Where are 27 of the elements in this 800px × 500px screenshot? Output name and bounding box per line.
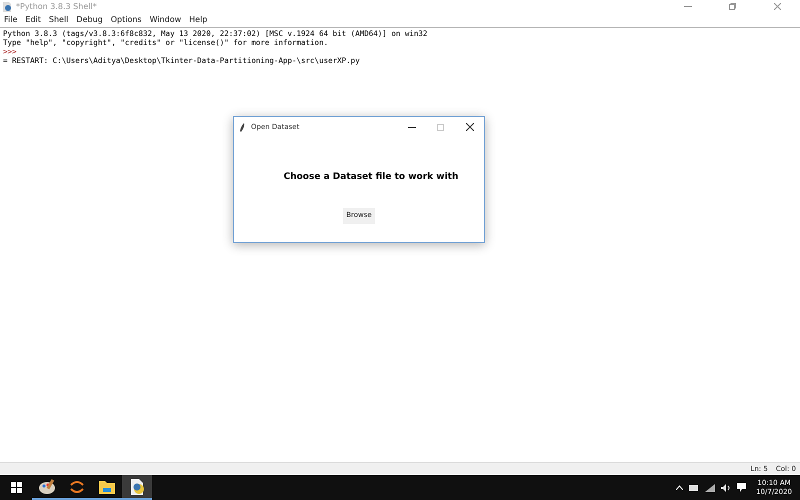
taskbar-app[interactable] [122, 475, 152, 500]
chevron-up-icon [676, 485, 684, 490]
palette-icon [38, 478, 56, 496]
menu-item[interactable]: File [4, 14, 18, 26]
close-icon [466, 123, 474, 131]
menu-item[interactable]: Debug [76, 14, 103, 26]
wifi-icon [705, 484, 716, 492]
feather-icon [240, 122, 245, 132]
window-title: *Python 3.8.3 Shell* [16, 0, 97, 12]
menu-item[interactable]: Shell [48, 14, 68, 26]
minimize-icon [684, 6, 692, 7]
menu-item[interactable]: Help [189, 14, 208, 26]
windows-icon [10, 482, 22, 493]
restore-icon [729, 3, 736, 10]
menu-item[interactable]: Options [110, 14, 142, 26]
dialog-message: Choose a Dataset file to work with [282, 171, 458, 184]
menu-item[interactable]: Edit [25, 14, 41, 26]
python-file-icon [128, 478, 146, 496]
speaker-icon [721, 484, 732, 492]
notification-icon [737, 483, 746, 492]
folder-icon [98, 478, 116, 494]
close-icon [774, 3, 781, 10]
battery-icon [689, 484, 700, 490]
maximize-icon [437, 124, 444, 130]
python-file-icon [2, 2, 12, 12]
menu-item[interactable]: Window [150, 14, 182, 26]
minimize-icon [408, 126, 416, 128]
